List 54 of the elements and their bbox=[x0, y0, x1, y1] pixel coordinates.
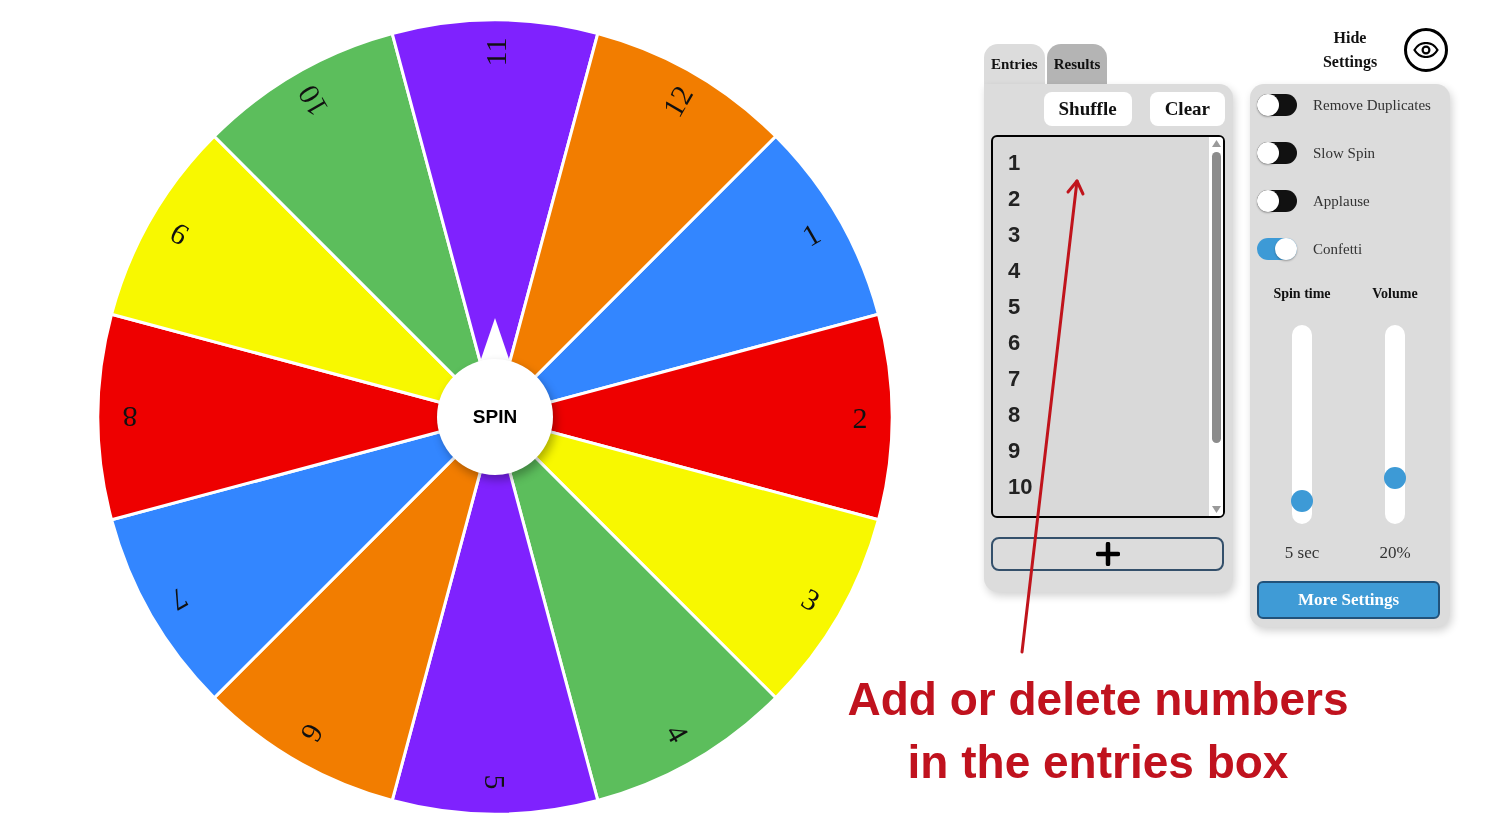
slider-thumb[interactable] bbox=[1384, 466, 1406, 489]
entry-text: 9 bbox=[1008, 437, 1021, 465]
entry-text: 6 bbox=[1008, 329, 1021, 357]
add-entry-button[interactable] bbox=[991, 537, 1224, 571]
toggle-switch[interactable] bbox=[1257, 94, 1297, 116]
hide-settings-label[interactable]: Hide Settings bbox=[1318, 26, 1382, 74]
slider-thumb[interactable] bbox=[1291, 489, 1313, 512]
entry-text: 8 bbox=[1008, 401, 1021, 429]
segment-label: 12 bbox=[655, 79, 700, 123]
segment-label: 11 bbox=[478, 37, 512, 67]
slider-value: 5 sec bbox=[1284, 542, 1320, 564]
entry-text: 1 bbox=[1008, 149, 1021, 177]
hide-settings-button[interactable] bbox=[1404, 28, 1448, 72]
pointer-icon bbox=[480, 318, 510, 362]
toggle-label: Applause bbox=[1313, 192, 1370, 211]
panel-button[interactable]: Shuffle bbox=[1043, 92, 1132, 126]
tab[interactable]: Results bbox=[1046, 44, 1108, 84]
segment-label: 6 bbox=[294, 718, 331, 748]
entry-text: 3 bbox=[1008, 221, 1021, 249]
segment-label: 2 bbox=[852, 400, 868, 434]
plus-icon bbox=[1095, 542, 1120, 566]
segment-label: 9 bbox=[164, 216, 194, 253]
toggle-switch[interactable] bbox=[1257, 238, 1297, 260]
scrollbar-thumb[interactable] bbox=[1211, 152, 1221, 443]
segment-label: 4 bbox=[659, 718, 696, 748]
slider-value: 20% bbox=[1379, 542, 1411, 564]
slider-track[interactable] bbox=[1385, 325, 1405, 524]
slider-label: Spin time bbox=[1273, 285, 1331, 303]
panel-button[interactable]: Clear bbox=[1149, 92, 1225, 126]
segment-label: 10 bbox=[290, 79, 335, 123]
eye-icon bbox=[1413, 42, 1439, 58]
entry-text: 7 bbox=[1008, 365, 1021, 393]
entries-field[interactable]: 1 2 3 4 5 6 7 8 9 10 bbox=[991, 135, 1225, 518]
entry-text: 5 bbox=[1008, 293, 1021, 321]
toggle-switch[interactable] bbox=[1257, 190, 1297, 212]
entry-text: 2 bbox=[1008, 185, 1021, 213]
toggle-label: Slow Spin bbox=[1313, 144, 1376, 163]
scroll-down-arrow-icon[interactable] bbox=[1211, 506, 1221, 513]
annotation-text: Add or delete numbers in the entries box bbox=[846, 672, 1350, 790]
slider-track[interactable] bbox=[1292, 325, 1312, 524]
entry-text: 10 bbox=[1008, 473, 1033, 501]
toggle-label: Confetti bbox=[1313, 240, 1363, 259]
segment-label: 1 bbox=[796, 216, 826, 253]
entry-text: 4 bbox=[1008, 257, 1021, 285]
toggle-label: Remove Duplicates bbox=[1313, 96, 1431, 115]
tab[interactable]: Entries bbox=[984, 44, 1045, 84]
scrollbar[interactable] bbox=[1209, 137, 1223, 516]
segment-label: 7 bbox=[164, 581, 194, 618]
slider-label: Volume bbox=[1372, 285, 1418, 303]
segment-label: 5 bbox=[478, 774, 512, 790]
scroll-up-arrow-icon[interactable] bbox=[1211, 140, 1221, 147]
segment-label: 3 bbox=[796, 581, 826, 618]
toggle-switch[interactable] bbox=[1257, 142, 1297, 164]
segment-label: 8 bbox=[122, 400, 138, 434]
